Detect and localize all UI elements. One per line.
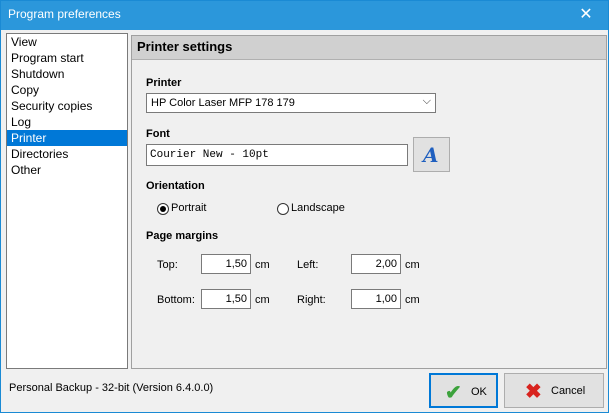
nav-item-copy[interactable]: Copy: [7, 82, 127, 98]
landscape-label[interactable]: Landscape: [291, 202, 345, 214]
left-margin-label: Left:: [297, 259, 319, 271]
ok-button-label: OK: [471, 386, 487, 398]
portrait-radio[interactable]: [157, 203, 169, 215]
nav-item-log[interactable]: Log: [7, 114, 127, 130]
right-margin-label: Right:: [297, 294, 326, 306]
cancel-button-label: Cancel: [551, 385, 586, 397]
version-status: Personal Backup - 32-bit (Version 6.4.0.…: [9, 382, 214, 394]
orientation-label: Orientation: [146, 180, 205, 192]
nav-item-program-start[interactable]: Program start: [7, 50, 127, 66]
bottom-margin-label: Bottom:: [157, 294, 195, 306]
window-title: Program preferences: [8, 7, 121, 21]
top-margin-value: 1,50: [225, 258, 247, 270]
font-icon: A: [423, 143, 439, 167]
page-margins-label: Page margins: [146, 230, 219, 242]
left-margin-unit: cm: [405, 259, 420, 271]
title-bar: Program preferences ✕: [1, 1, 608, 30]
panel-title: Printer settings: [137, 39, 233, 54]
printer-select[interactable]: HP Color Laser MFP 178 179 ⌵: [146, 93, 436, 113]
top-margin-label: Top:: [157, 259, 178, 271]
font-field[interactable]: Courier New - 10pt: [146, 144, 408, 166]
category-list[interactable]: View Program start Shutdown Copy Securit…: [6, 33, 128, 369]
font-label: Font: [146, 128, 170, 140]
printer-label: Printer: [146, 77, 182, 89]
preferences-window: Program preferences ✕ View Program start…: [0, 0, 609, 413]
checkmark-icon: ✔: [445, 382, 462, 404]
cross-icon: ✖: [525, 381, 542, 403]
printer-settings-panel: Printer settings Printer HP Color Laser …: [131, 35, 607, 369]
bottom-margin-value: 1,50: [225, 293, 247, 305]
panel-header: Printer settings: [132, 36, 606, 60]
close-icon[interactable]: ✕: [564, 1, 608, 30]
right-margin-unit: cm: [405, 294, 420, 306]
portrait-label[interactable]: Portrait: [171, 202, 206, 214]
chevron-down-icon[interactable]: ⌵: [423, 95, 431, 108]
printer-select-value: HP Color Laser MFP 178 179: [151, 97, 295, 109]
cancel-button[interactable]: ✖ Cancel: [504, 373, 604, 408]
nav-item-view[interactable]: View: [7, 34, 127, 50]
top-margin-input[interactable]: 1,50: [201, 254, 251, 274]
right-margin-input[interactable]: 1,00: [351, 289, 401, 309]
landscape-radio[interactable]: [277, 203, 289, 215]
nav-item-directories[interactable]: Directories: [7, 146, 127, 162]
nav-item-other[interactable]: Other: [7, 162, 127, 178]
left-margin-value: 2,00: [375, 258, 397, 270]
right-margin-value: 1,00: [375, 293, 397, 305]
bottom-margin-unit: cm: [255, 294, 270, 306]
nav-item-security-copies[interactable]: Security copies: [7, 98, 127, 114]
nav-item-shutdown[interactable]: Shutdown: [7, 66, 127, 82]
bottom-margin-input[interactable]: 1,50: [201, 289, 251, 309]
left-margin-input[interactable]: 2,00: [351, 254, 401, 274]
ok-button[interactable]: ✔ OK: [429, 373, 498, 408]
top-margin-unit: cm: [255, 259, 270, 271]
choose-font-button[interactable]: A: [413, 137, 450, 172]
nav-item-printer[interactable]: Printer: [7, 130, 127, 146]
font-field-value: Courier New - 10pt: [150, 149, 269, 161]
